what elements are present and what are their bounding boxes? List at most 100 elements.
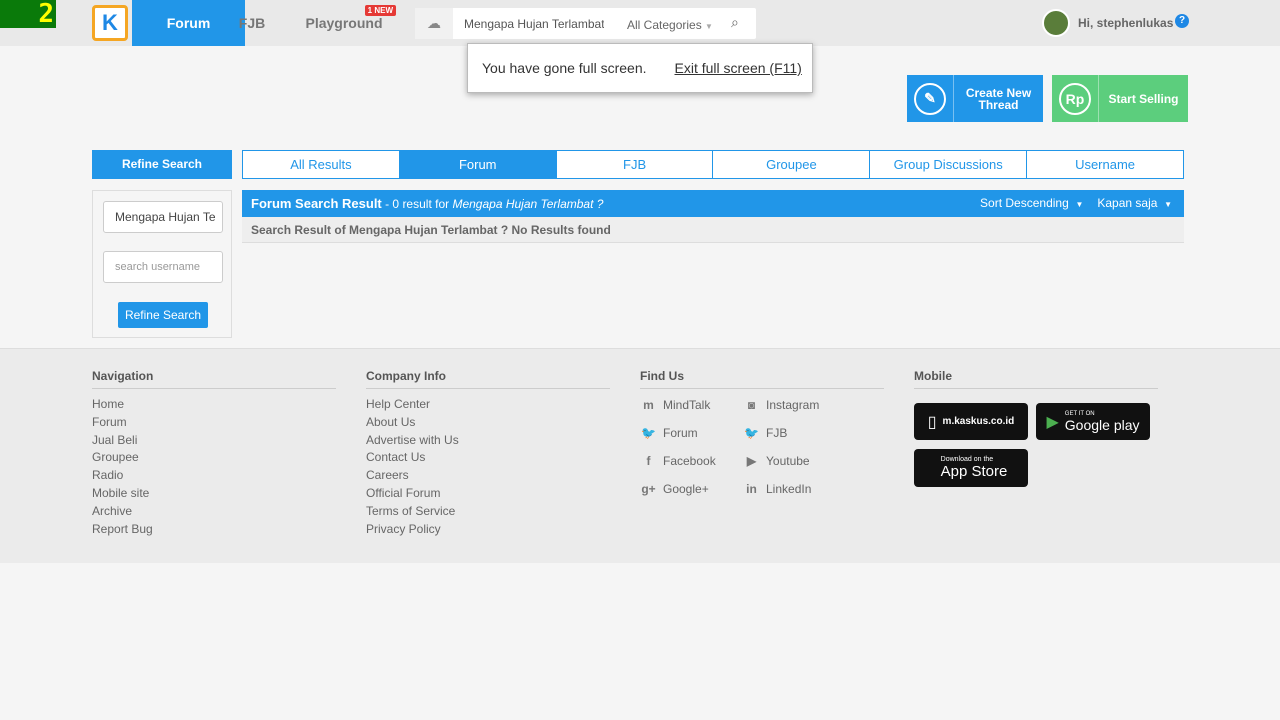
social-link-label: MindTalk [663, 398, 711, 412]
results-header: Forum Search Result - 0 result for Menga… [242, 190, 1184, 217]
footer-link[interactable]: Archive [92, 503, 336, 521]
user-menu[interactable]: Hi, stephenlukas [1042, 8, 1173, 38]
category-label: All Categories [627, 18, 702, 32]
top-bar: 2 K Forum FJB Playground 1 NEW ☁ Mengapa… [0, 0, 1280, 46]
forum-icon: 🐦 [641, 426, 656, 440]
time-label: Kapan saja [1097, 196, 1158, 210]
social-link[interactable]: ◙ Instagram [743, 396, 863, 414]
no-results-message: Search Result of Mengapa Hujan Terlambat… [242, 217, 1184, 243]
pencil-icon: ✎ [914, 82, 946, 115]
tab-all-results[interactable]: All Results [243, 151, 400, 178]
search-icon[interactable]: ⌕ [731, 14, 739, 31]
nav-playground[interactable]: Playground 1 NEW [300, 0, 396, 46]
nav-playground-label: Playground [305, 15, 383, 31]
social-link[interactable]: f Facebook [640, 452, 743, 470]
footer-link[interactable]: Jual Beli [92, 432, 336, 450]
fjb-icon: 🐦 [744, 426, 759, 440]
social-link[interactable]: 🐦 Forum [640, 424, 743, 442]
tab-username[interactable]: Username [1027, 151, 1183, 178]
time-dropdown[interactable]: Kapan saja ▼ [1097, 190, 1172, 218]
mobile-site-label: m.kaskus.co.id [942, 416, 1015, 427]
footer-link[interactable]: About Us [366, 414, 610, 432]
google-play-badge[interactable]: ▶ GET IT ON Google play [1036, 403, 1150, 440]
footer-link[interactable]: Forum [92, 414, 336, 432]
kaskus-logo[interactable]: K [92, 5, 128, 41]
phone-icon: ▯ [927, 413, 937, 431]
youtube-icon: ▶ [746, 454, 757, 468]
sort-label: Sort Descending [980, 196, 1069, 210]
corner-indicator: 2 [0, 0, 56, 28]
instagram-icon: ◙ [747, 398, 756, 412]
tab-fjb[interactable]: FJB [557, 151, 714, 178]
chevron-down-icon: ▼ [1075, 200, 1084, 209]
footer-link[interactable]: Help Center [366, 396, 610, 414]
fullscreen-message: You have gone full screen. [482, 60, 647, 76]
create-thread-label: Create New Thread [965, 85, 1032, 112]
refine-search-button[interactable]: Refine Search [118, 302, 208, 328]
footer-link[interactable]: Report Bug [92, 521, 336, 539]
sort-dropdown[interactable]: Sort Descending ▼ [980, 190, 1083, 218]
app-store-badge[interactable]: Download on the App Store [914, 449, 1028, 487]
start-selling-label: Start Selling [1108, 91, 1179, 106]
footer-heading: Mobile [914, 369, 1158, 389]
results-count: - 0 result for [381, 197, 453, 211]
username-input[interactable]: search username [103, 251, 223, 283]
social-link-label: LinkedIn [766, 482, 812, 496]
google-play-label: Google play [1064, 416, 1140, 433]
social-link[interactable]: in LinkedIn [743, 480, 863, 498]
social-link[interactable]: ▶ Youtube [743, 452, 863, 470]
results-query: Mengapa Hujan Terlambat ? [452, 197, 604, 211]
category-select[interactable]: All Categories ▼ [627, 18, 713, 32]
app-store-label: App Store [940, 463, 1008, 480]
tab-group-discussions[interactable]: Group Discussions [870, 151, 1028, 178]
tab-forum[interactable]: Forum [399, 151, 557, 178]
start-selling-button[interactable]: Rp Start Selling [1052, 75, 1188, 122]
social-link[interactable]: m MindTalk [640, 396, 743, 414]
footer-company: Company Info Help Center About Us Advertis… [366, 369, 610, 538]
footer-link[interactable]: Groupee [92, 449, 336, 467]
footer-heading: Company Info [366, 369, 610, 389]
new-badge: 1 NEW [364, 5, 396, 16]
social-link-label: Forum [663, 426, 698, 440]
search-input[interactable]: Mengapa Hujan Terlambat ? [464, 17, 604, 31]
refine-panel: Mengapa Hujan Te search username Refine … [92, 190, 232, 338]
googleplus-icon: g+ [641, 482, 656, 496]
footer-link[interactable]: Contact Us [366, 449, 610, 467]
nav-fjb[interactable]: FJB [232, 0, 272, 46]
chat-cloud-icon[interactable]: ☁ [415, 8, 453, 39]
results-title: Forum Search Result [251, 196, 382, 211]
footer-link[interactable]: Privacy Policy [366, 521, 610, 539]
tab-groupee[interactable]: Groupee [713, 151, 871, 178]
footer-navigation: Navigation Home Forum Jual Beli Groupee Radi… [92, 369, 336, 538]
mobile-site-badge[interactable]: ▯ m.kaskus.co.id [914, 403, 1028, 440]
footer-link[interactable]: Radio [92, 467, 336, 485]
linkedin-icon: in [746, 482, 757, 496]
apple-top-label: Download on the [940, 456, 994, 463]
footer-link[interactable]: Official Forum [366, 485, 610, 503]
social-link[interactable]: 🐦 FJB [743, 424, 863, 442]
footer-link[interactable]: Home [92, 396, 336, 414]
social-link[interactable]: g+ Google+ [640, 480, 743, 498]
refine-search-header: Refine Search [92, 150, 232, 179]
footer-link[interactable]: Careers [366, 467, 610, 485]
footer-heading: Navigation [92, 369, 336, 389]
exit-fullscreen-link[interactable]: Exit full screen (F11) [675, 60, 802, 76]
nav-forum[interactable]: Forum [132, 0, 245, 46]
mindtalk-icon: m [643, 398, 654, 412]
social-link-label: Google+ [663, 482, 709, 496]
result-tabs: All Results Forum FJB Groupee Group Disc… [242, 150, 1184, 179]
help-icon[interactable]: ? [1175, 14, 1189, 28]
rupiah-icon: Rp [1059, 82, 1091, 115]
create-thread-button[interactable]: ✎ Create New Thread [907, 75, 1043, 122]
chevron-down-icon: ▼ [705, 22, 713, 31]
fullscreen-notice: You have gone full screen. Exit full scr… [467, 43, 813, 93]
footer-link[interactable]: Mobile site [92, 485, 336, 503]
chevron-down-icon: ▼ [1164, 200, 1172, 209]
footer-link[interactable]: Terms of Service [366, 503, 610, 521]
footer-link[interactable]: Advertise with Us [366, 432, 610, 450]
footer-find-us: Find Us m MindTalk ◙ Instagram 🐦 Forum 🐦 FJB f Fa… [640, 369, 884, 498]
keyword-input[interactable]: Mengapa Hujan Te [103, 201, 223, 233]
social-link-label: FJB [766, 426, 788, 440]
play-icon: ▶ [1046, 413, 1059, 431]
user-greeting: Hi, stephenlukas [1078, 16, 1174, 30]
